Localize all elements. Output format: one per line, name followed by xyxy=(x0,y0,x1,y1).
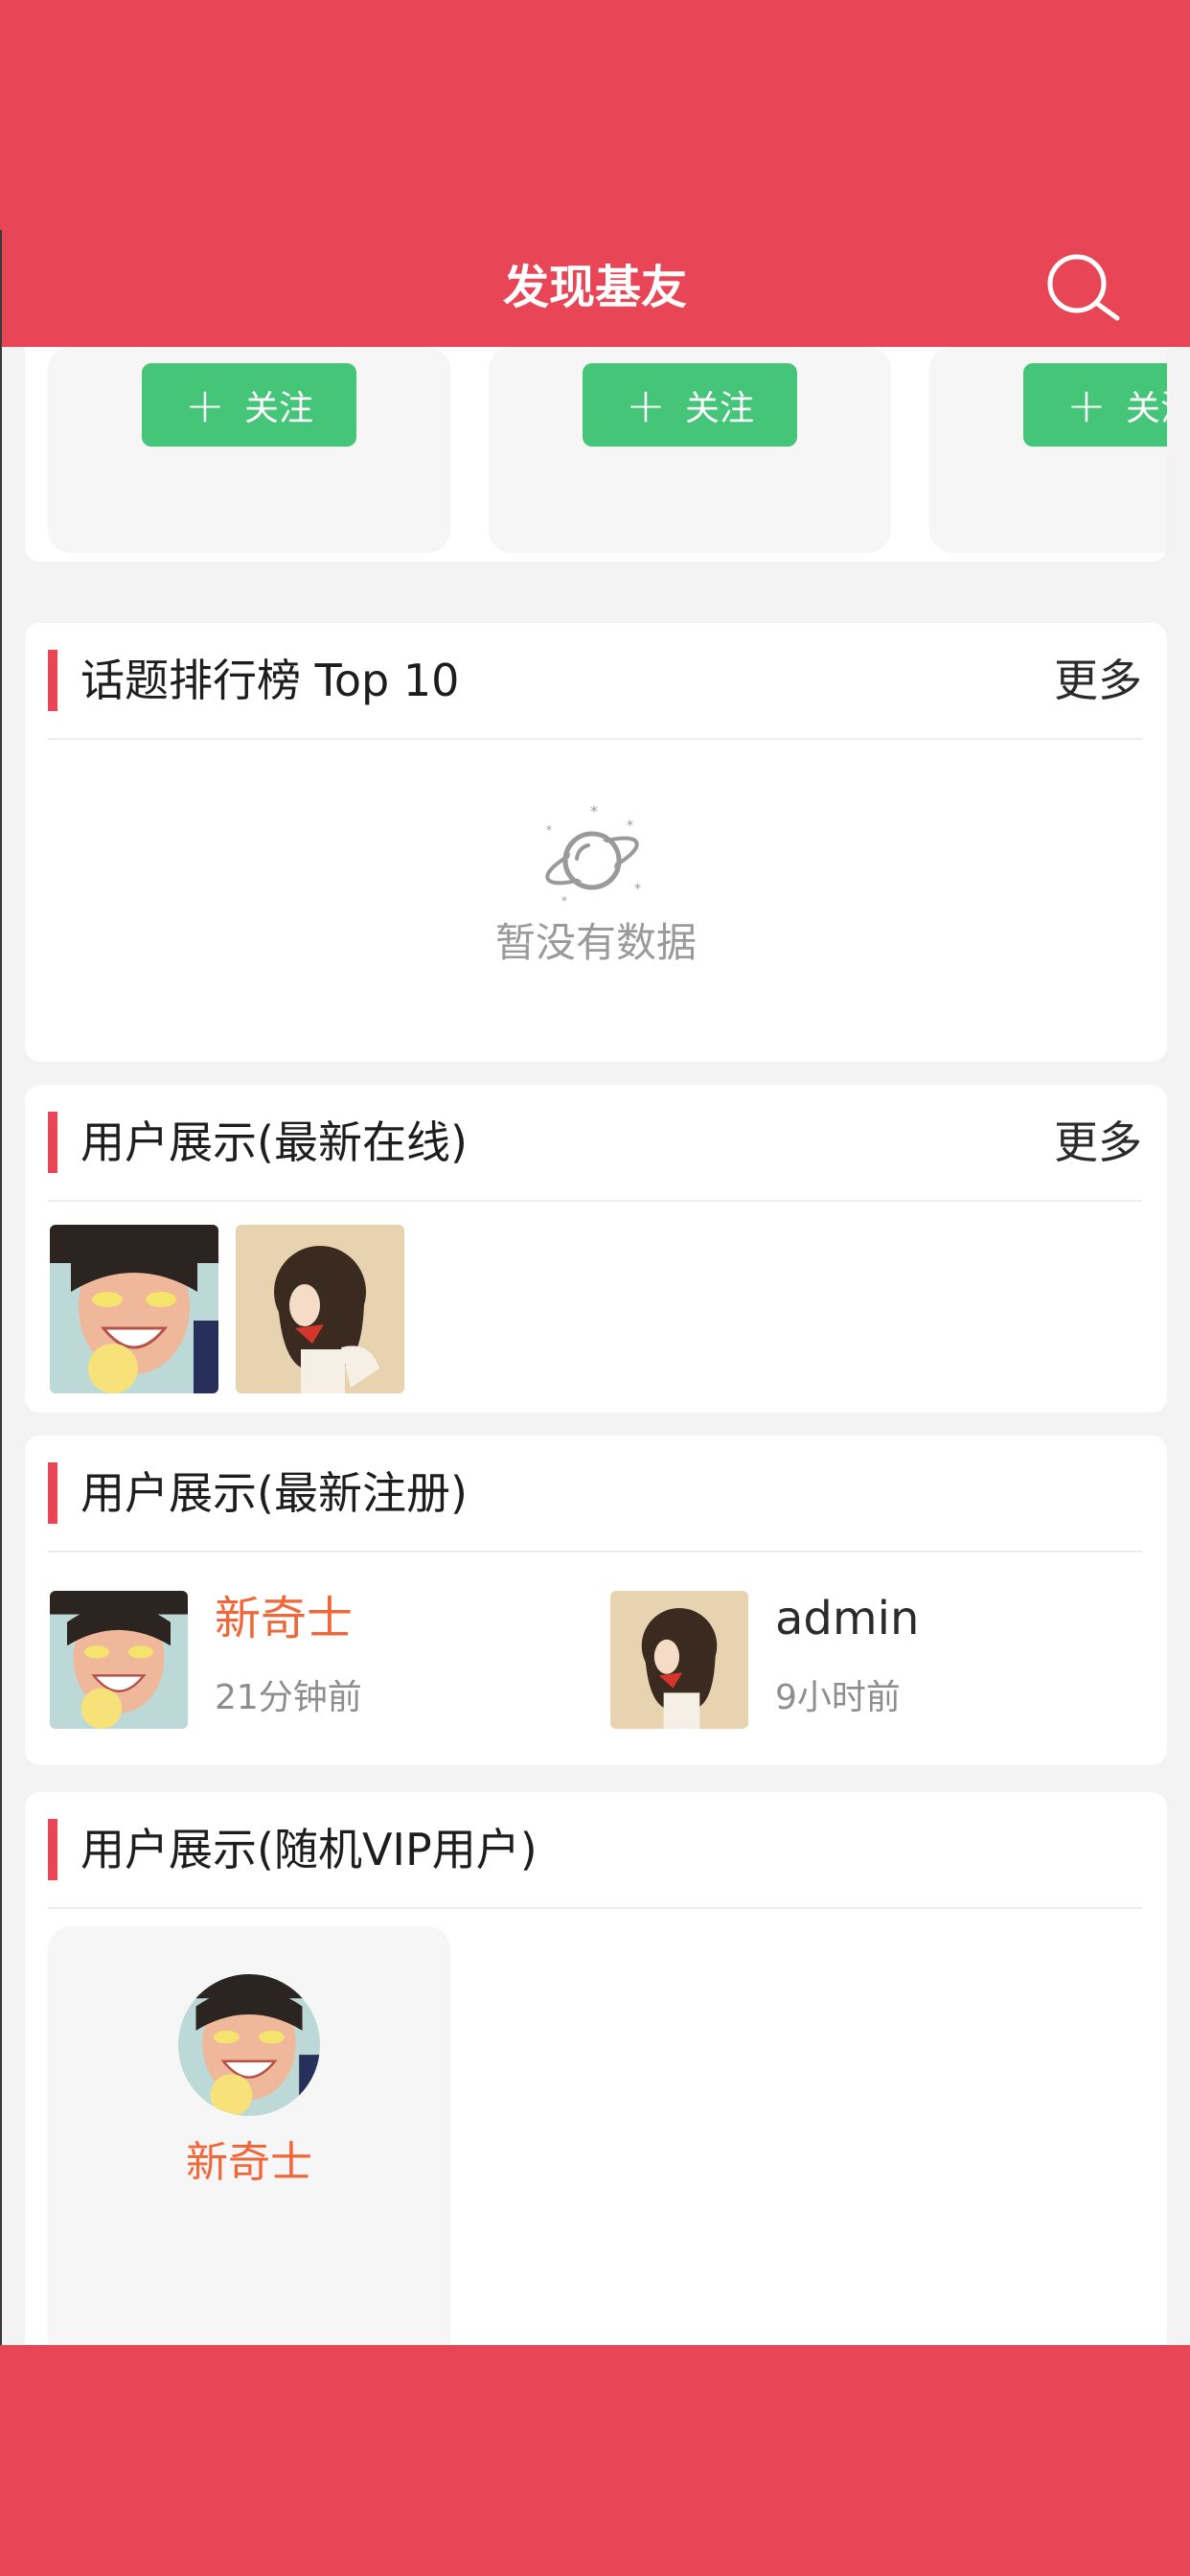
user-name[interactable]: 新奇士 xyxy=(215,1589,353,1648)
user-thumb[interactable] xyxy=(236,1225,404,1393)
section-accent-bar xyxy=(48,1112,57,1173)
follow-label: 关注 xyxy=(684,388,754,428)
follow-label: 关注 xyxy=(243,388,313,428)
topic-rank-section: 话题排行榜 Top 10 更多 * * * * * 暂没有数据 xyxy=(25,623,1167,1062)
svg-text:*: * xyxy=(561,894,567,908)
empty-state-text: 暂没有数据 xyxy=(494,919,697,966)
avatar-illustration xyxy=(610,1591,748,1729)
scroll-content[interactable]: + 关注 + 关注 + 关注 话题排行榜 Top 10 更多 xyxy=(0,347,1190,2345)
page-title: 发现基友 xyxy=(502,261,687,314)
divider xyxy=(48,1200,1142,1202)
section-title: 话题排行榜 Top 10 xyxy=(80,655,460,706)
new-users-section: 用户展示(最新注册) 新奇士 21分钟前 admin 9小时前 xyxy=(25,1436,1167,1765)
svg-text:*: * xyxy=(627,818,633,834)
recommend-user-card[interactable]: + 关注 xyxy=(489,347,891,553)
section-title: 用户展示(最新在线) xyxy=(80,1116,468,1168)
online-users-section: 用户展示(最新在线) 更多 xyxy=(25,1085,1167,1413)
recommend-users-strip[interactable]: + 关注 + 关注 + 关注 xyxy=(48,347,1167,558)
section-accent-bar xyxy=(48,650,57,711)
search-icon xyxy=(1047,254,1120,321)
plus-icon: + xyxy=(185,377,225,433)
divider xyxy=(48,738,1142,740)
follow-label: 关注 xyxy=(1125,388,1167,428)
svg-text:*: * xyxy=(590,805,598,820)
svg-text:*: * xyxy=(546,823,552,837)
follow-button[interactable]: + 关注 xyxy=(583,363,797,447)
avatar-girl-photo xyxy=(50,1225,218,1393)
avatar[interactable] xyxy=(610,1591,748,1729)
divider xyxy=(48,1907,1142,1909)
divider xyxy=(48,1551,1142,1552)
section-header: 话题排行榜 Top 10 更多 xyxy=(48,650,1142,715)
section-title: 用户展示(最新注册) xyxy=(80,1467,468,1519)
register-time: 9小时前 xyxy=(775,1678,901,1717)
plus-icon: + xyxy=(626,377,666,433)
recommend-users-card: + 关注 + 关注 + 关注 xyxy=(25,347,1167,562)
avatar[interactable] xyxy=(50,1591,188,1729)
avatar[interactable] xyxy=(178,1974,320,2116)
avatar-illustration xyxy=(236,1225,404,1393)
user-thumb[interactable] xyxy=(50,1225,218,1393)
vip-users-section: 用户展示(随机VIP用户) 新奇士 xyxy=(25,1792,1167,2345)
vip-user-card[interactable]: 新奇士 xyxy=(48,1926,450,2345)
more-link[interactable]: 更多 xyxy=(1054,652,1142,709)
search-button[interactable] xyxy=(1044,251,1121,324)
avatar-girl-photo xyxy=(178,1974,320,2116)
section-accent-bar xyxy=(48,1819,57,1880)
user-name[interactable]: 新奇士 xyxy=(48,2135,450,2191)
section-header: 用户展示(最新在线) 更多 xyxy=(48,1112,1142,1177)
avatar-girl-photo xyxy=(50,1591,188,1729)
bottom-bar xyxy=(0,2345,1190,2576)
recommend-user-card[interactable]: + 关注 xyxy=(48,347,450,553)
section-title: 用户展示(随机VIP用户) xyxy=(80,1824,538,1875)
section-accent-bar xyxy=(48,1462,57,1524)
section-header: 用户展示(最新注册) xyxy=(48,1462,1142,1528)
more-link[interactable]: 更多 xyxy=(1054,1114,1142,1171)
follow-button[interactable]: + 关注 xyxy=(1023,363,1167,447)
top-app-bar: 发现基友 xyxy=(0,0,1190,347)
section-header: 用户展示(随机VIP用户) xyxy=(48,1819,1142,1884)
plus-icon: + xyxy=(1066,377,1107,433)
recommend-user-card[interactable]: + 关注 xyxy=(929,347,1167,553)
svg-text:*: * xyxy=(634,882,641,897)
planet-icon: * * * * * xyxy=(545,805,641,908)
user-name[interactable]: admin xyxy=(775,1589,919,1648)
register-time: 21分钟前 xyxy=(215,1678,362,1717)
follow-button[interactable]: + 关注 xyxy=(142,363,356,447)
